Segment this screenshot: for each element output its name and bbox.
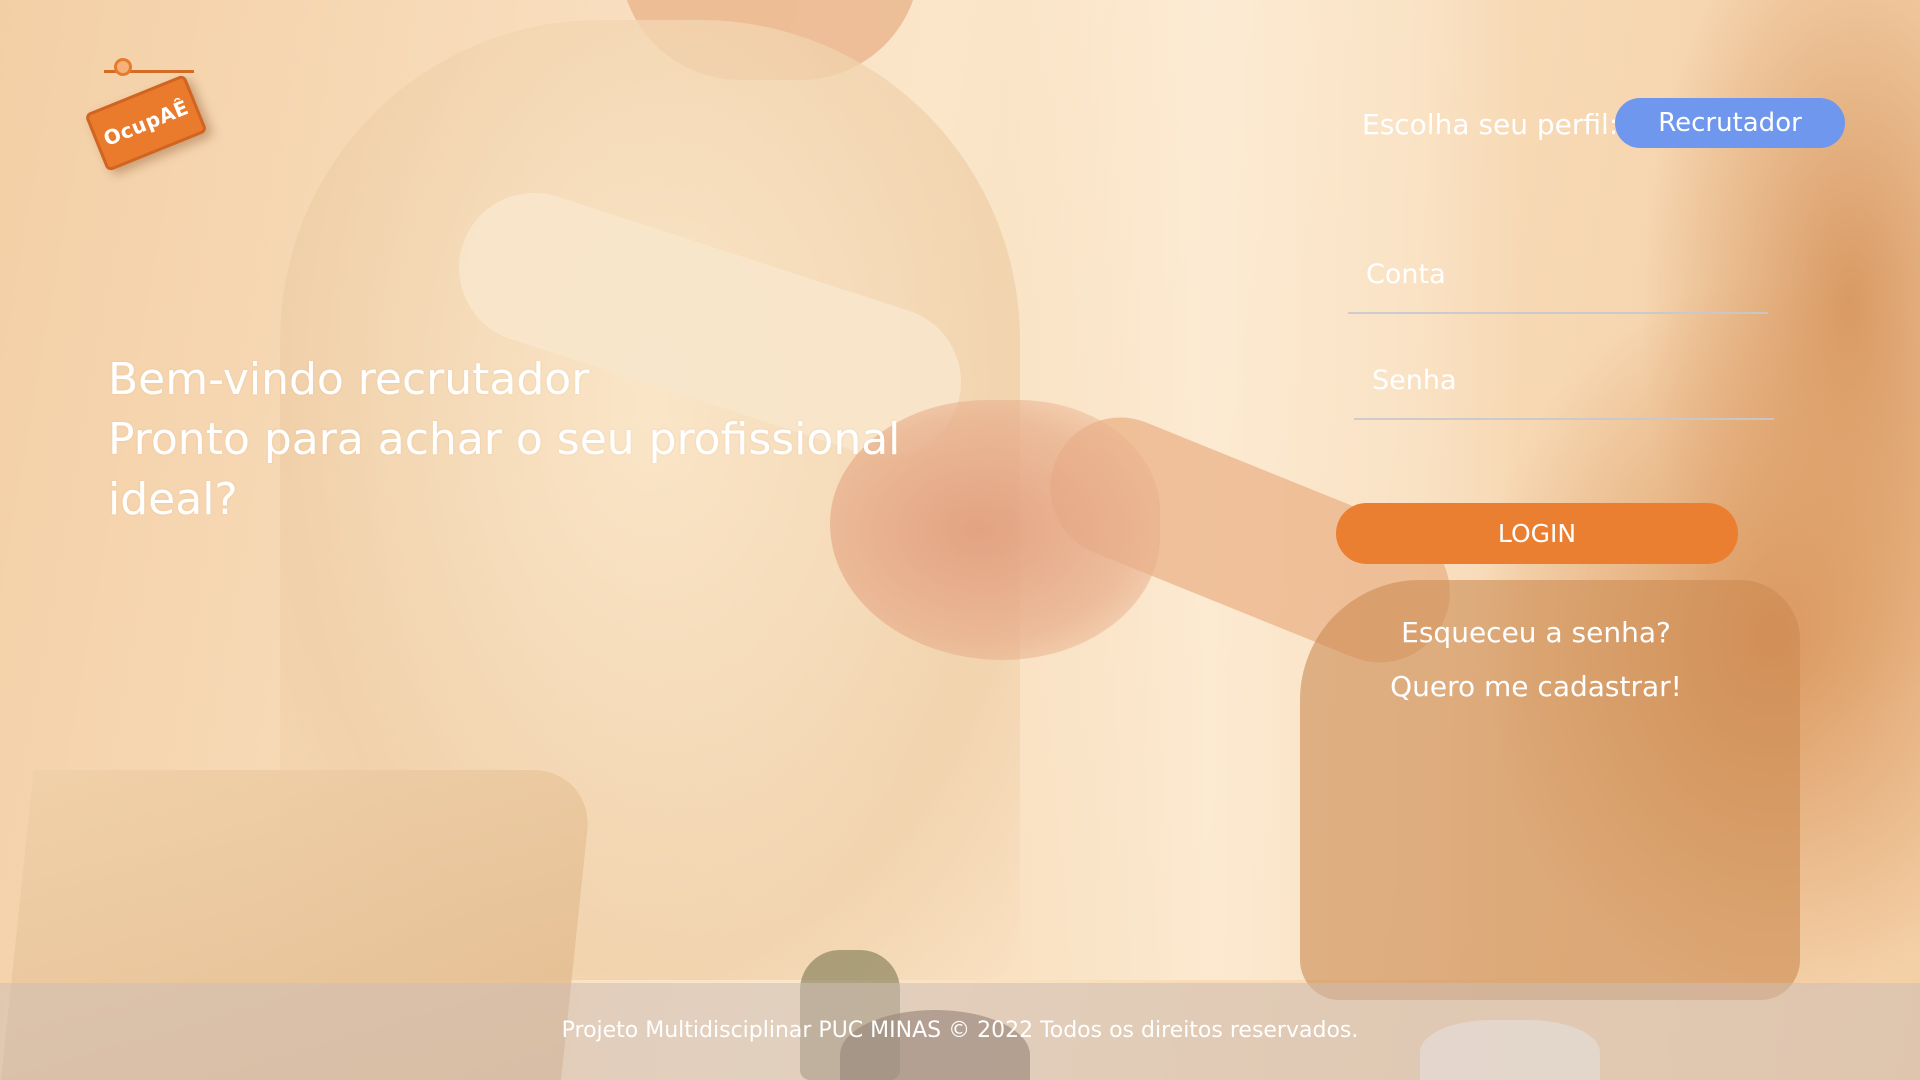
account-field bbox=[1348, 244, 1768, 314]
account-input[interactable] bbox=[1366, 259, 1756, 290]
hanging-sign-icon: OcupAÊ bbox=[84, 74, 208, 172]
headline-line-1: Bem-vindo recrutador bbox=[108, 354, 590, 405]
password-field bbox=[1354, 350, 1774, 420]
welcome-headline: Bem-vindo recrutador Pronto para achar o… bbox=[108, 350, 901, 530]
forgot-password-link[interactable]: Esqueceu a senha? bbox=[1336, 616, 1736, 649]
profile-select-button[interactable]: Recrutador bbox=[1615, 98, 1845, 148]
headline-line-2: Pronto para achar o seu profissional bbox=[108, 414, 901, 465]
logo[interactable]: OcupAÊ bbox=[84, 56, 222, 176]
headline-line-3: ideal? bbox=[108, 474, 238, 525]
hanger-ring-icon bbox=[114, 58, 132, 76]
password-input[interactable] bbox=[1372, 365, 1762, 396]
profile-label: Escolha seu perfil: bbox=[1362, 108, 1619, 141]
footer-copyright: Projeto Multidisciplinar PUC MINAS © 202… bbox=[561, 1018, 1359, 1043]
logo-text: OcupAÊ bbox=[99, 95, 193, 151]
login-button[interactable]: LOGIN bbox=[1336, 503, 1738, 564]
register-link[interactable]: Quero me cadastrar! bbox=[1336, 670, 1736, 703]
